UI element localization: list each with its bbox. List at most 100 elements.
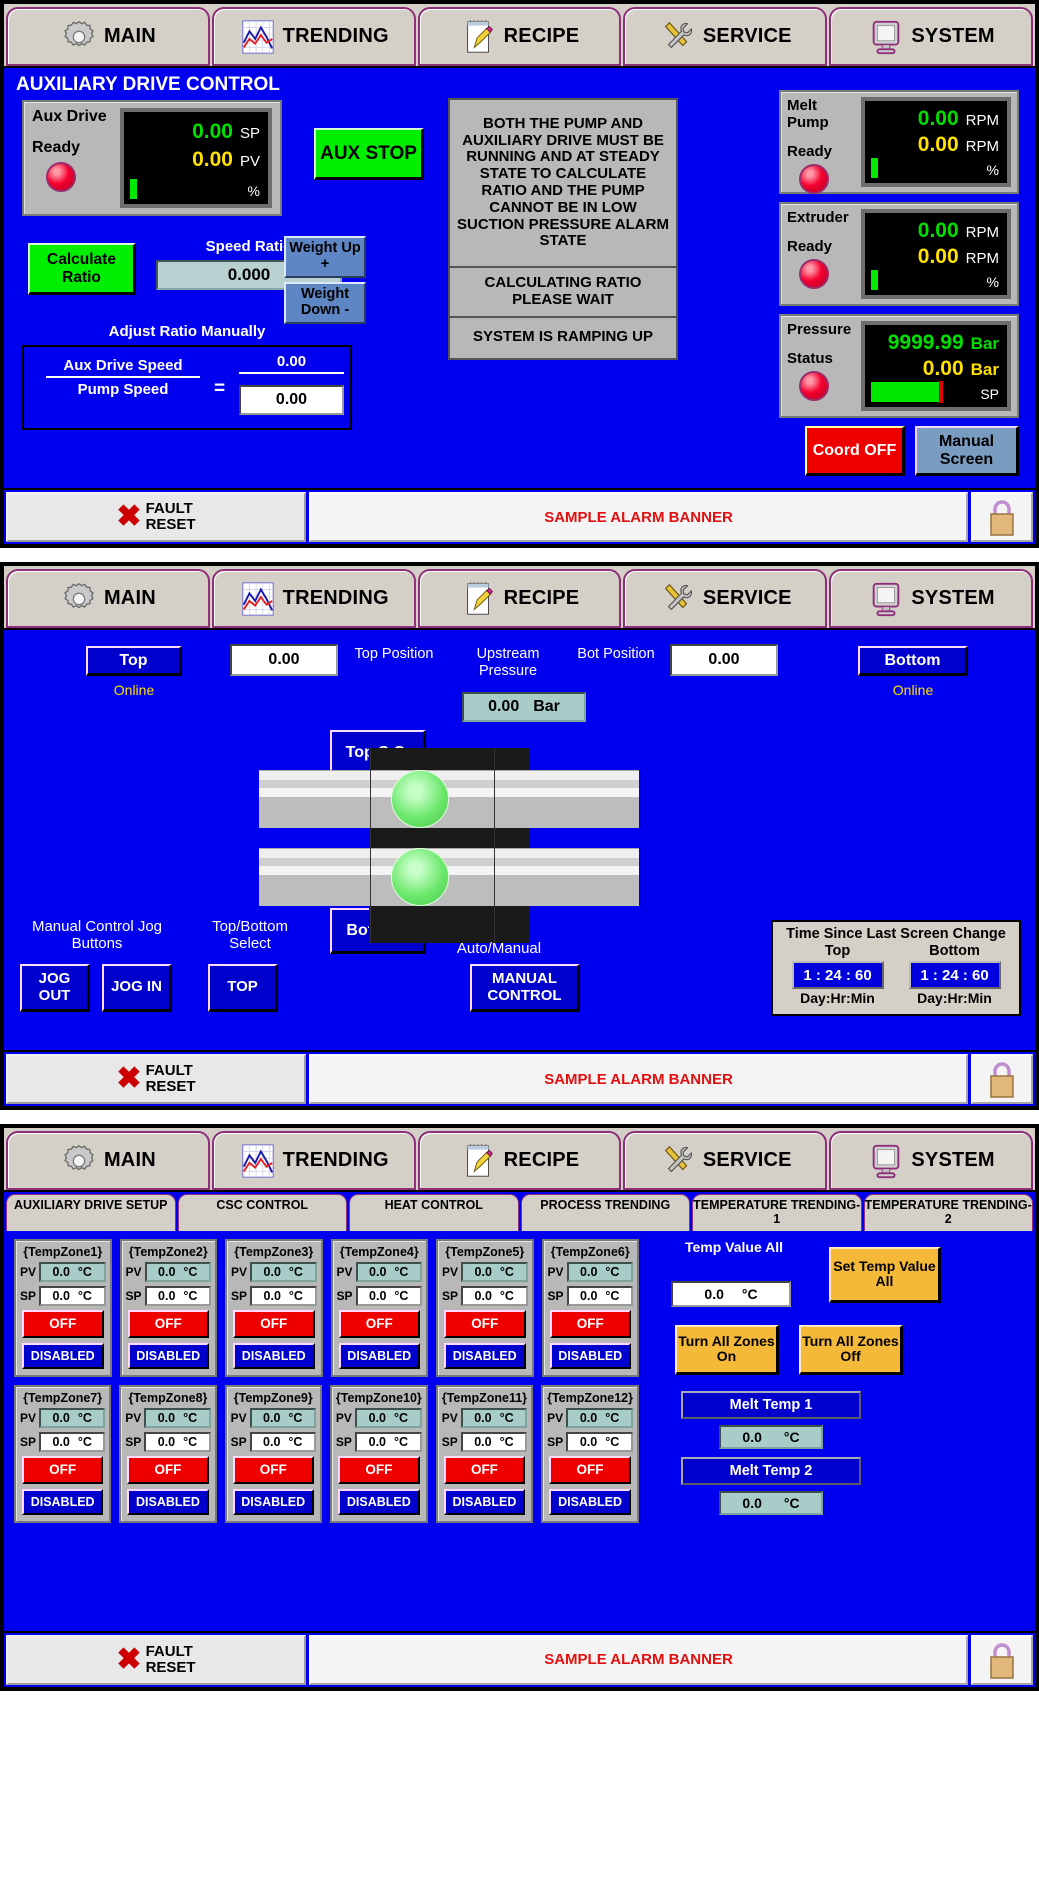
subtab-temperature-trending-1[interactable]: TEMPERATURE TRENDING-1: [692, 1194, 862, 1231]
zone-state-button[interactable]: OFF: [549, 1455, 631, 1484]
top-bottom-select-button[interactable]: TOP: [208, 964, 278, 1012]
zone-name: {TempZone8}: [128, 1390, 208, 1405]
set-temp-value-all-button[interactable]: Set Temp Value All: [829, 1246, 941, 1303]
zone-sp-input[interactable]: 0.0 °C: [566, 1431, 633, 1452]
zone-state-button[interactable]: OFF: [127, 1309, 209, 1338]
zone-sp-input[interactable]: 0.0 °C: [249, 1431, 316, 1452]
melt-temp-1-button[interactable]: Melt Temp 1: [681, 1390, 861, 1419]
zone-sp-input[interactable]: 0.0 °C: [355, 1285, 422, 1306]
nav-tab-recipe[interactable]: RECIPE: [417, 1131, 622, 1190]
manual-control-button[interactable]: MANUAL CONTROL: [470, 964, 580, 1012]
subtab-csc-control[interactable]: CSC CONTROL: [177, 1194, 347, 1231]
alarm-banner[interactable]: SAMPLE ALARM BANNER: [309, 1634, 968, 1685]
fault-reset-button[interactable]: ✖ FAULT RESET: [6, 492, 306, 542]
zone-sp-input[interactable]: 0.0 °C: [39, 1431, 106, 1452]
zone-state-button[interactable]: OFF: [337, 1455, 420, 1484]
top-position-label: Top Position: [354, 646, 434, 662]
zone-state-button[interactable]: OFF: [338, 1309, 420, 1338]
security-lock-button[interactable]: [971, 492, 1033, 542]
zone-enable-button[interactable]: DISABLED: [233, 1342, 315, 1369]
subtab-auxiliary-drive-setup[interactable]: AUXILIARY DRIVE SETUP: [6, 1194, 176, 1231]
zone-enable-button[interactable]: DISABLED: [127, 1342, 209, 1369]
zone-sp-unit: °C: [605, 1288, 620, 1303]
subtab-process-trending[interactable]: PROCESS TRENDING: [520, 1194, 690, 1231]
zone-sp-input[interactable]: 0.0 °C: [461, 1285, 528, 1306]
zone-state-button[interactable]: OFF: [549, 1309, 631, 1338]
screen-screen-changer-control: MAIN TRENDING RECIPE SERVICE SYSTEM Top …: [0, 562, 1039, 1110]
zone-enable-button[interactable]: DISABLED: [443, 1488, 526, 1515]
fault-reset-button[interactable]: ✖ FAULT RESET: [6, 1054, 306, 1104]
nav-tab-system[interactable]: SYSTEM: [829, 7, 1033, 66]
nav-tab-main[interactable]: MAIN: [6, 569, 210, 628]
melt-temp-2-value: 0.0: [742, 1494, 762, 1511]
turn-all-zones-off-button[interactable]: Turn All Zones Off: [799, 1324, 903, 1375]
nav-tab-main[interactable]: MAIN: [6, 7, 210, 66]
zone-pv-readout: 0.0 °C: [144, 1407, 211, 1428]
security-lock-button[interactable]: [971, 1054, 1033, 1104]
zone-sp-input[interactable]: 0.0 °C: [144, 1285, 211, 1306]
aux-stop-button[interactable]: AUX STOP: [314, 128, 424, 180]
zone-enable-button[interactable]: DISABLED: [22, 1342, 104, 1369]
temp-value-all-input[interactable]: 0.0 °C: [671, 1280, 791, 1307]
bot-position-label: Bot Position: [577, 646, 655, 662]
jog-out-button[interactable]: JOG OUT: [20, 964, 90, 1012]
zone-sp-input[interactable]: 0.0 °C: [354, 1431, 422, 1452]
bottom-button[interactable]: Bottom: [858, 646, 968, 676]
manual-screen-button[interactable]: Manual Screen: [915, 426, 1019, 476]
coord-off-button[interactable]: Coord OFF: [805, 426, 905, 476]
top-position-input[interactable]: 0.00: [230, 644, 338, 676]
zone-enable-button[interactable]: DISABLED: [337, 1488, 420, 1515]
zone-state-button[interactable]: OFF: [22, 1309, 104, 1338]
zone-enable-button[interactable]: DISABLED: [549, 1342, 631, 1369]
nav-tab-trending[interactable]: TRENDING: [211, 1131, 416, 1190]
fault-line1: FAULT: [145, 500, 193, 518]
zone-state-button[interactable]: OFF: [127, 1455, 209, 1484]
nav-tab-service[interactable]: SERVICE: [623, 1131, 828, 1190]
time-bottom-header: Bottom: [929, 943, 980, 959]
nav-tab-trending[interactable]: TRENDING: [211, 569, 416, 628]
melt-temp-2-button[interactable]: Melt Temp 2: [681, 1456, 861, 1485]
top-button[interactable]: Top: [86, 646, 182, 676]
zone-name: {TempZone3}: [234, 1244, 314, 1259]
zone-state-button[interactable]: OFF: [232, 1455, 314, 1484]
zone-sp-input[interactable]: 0.0 °C: [566, 1285, 633, 1306]
fault-reset-button[interactable]: ✖ FAULT RESET: [6, 1634, 306, 1685]
zone-enable-button[interactable]: DISABLED: [127, 1488, 209, 1515]
weight-up-button[interactable]: Weight Up +: [284, 236, 366, 278]
zone-enable-button[interactable]: DISABLED: [22, 1488, 104, 1515]
turn-all-zones-on-button[interactable]: Turn All Zones On: [675, 1324, 779, 1375]
nav-tab-trending[interactable]: TRENDING: [211, 7, 416, 66]
zone-state-button[interactable]: OFF: [22, 1455, 104, 1484]
security-lock-button[interactable]: [971, 1634, 1033, 1685]
zone-state-button[interactable]: OFF: [443, 1455, 526, 1484]
alarm-banner[interactable]: SAMPLE ALARM BANNER: [309, 492, 968, 542]
weight-down-button[interactable]: Weight Down -: [284, 282, 366, 324]
nav-tab-service[interactable]: SERVICE: [623, 569, 828, 628]
zone-sp-input[interactable]: 0.0 °C: [39, 1285, 106, 1306]
nav-tab-recipe[interactable]: RECIPE: [417, 569, 622, 628]
nav-tab-main[interactable]: MAIN: [6, 1131, 210, 1190]
nav-tab-system[interactable]: SYSTEM: [829, 1131, 1033, 1190]
subtab-temperature-trending-2[interactable]: TEMPERATURE TRENDING-2: [863, 1194, 1033, 1231]
nav-tab-recipe[interactable]: RECIPE: [417, 7, 622, 66]
zone-enable-button[interactable]: DISABLED: [232, 1488, 314, 1515]
ratio-denominator-input[interactable]: 0.00: [239, 385, 344, 415]
nav-tab-service[interactable]: SERVICE: [623, 7, 828, 66]
zone-sp-input[interactable]: 0.0 °C: [250, 1285, 317, 1306]
zone-enable-button[interactable]: DISABLED: [338, 1342, 420, 1369]
aux-drive-status-led: [46, 162, 76, 192]
bot-position-input[interactable]: 0.00: [670, 644, 778, 676]
subtab-heat-control[interactable]: HEAT CONTROL: [349, 1194, 519, 1231]
chart-icon: [241, 19, 274, 54]
padlock-icon: [990, 1062, 1014, 1098]
zone-state-button[interactable]: OFF: [444, 1309, 526, 1338]
alarm-banner[interactable]: SAMPLE ALARM BANNER: [309, 1054, 968, 1104]
jog-in-button[interactable]: JOG IN: [102, 964, 172, 1012]
calculate-ratio-button[interactable]: Calculate Ratio: [28, 243, 136, 295]
zone-enable-button[interactable]: DISABLED: [444, 1342, 526, 1369]
nav-tab-system[interactable]: SYSTEM: [829, 569, 1033, 628]
zone-sp-input[interactable]: 0.0 °C: [460, 1431, 528, 1452]
zone-state-button[interactable]: OFF: [233, 1309, 315, 1338]
zone-enable-button[interactable]: DISABLED: [549, 1488, 631, 1515]
zone-sp-input[interactable]: 0.0 °C: [144, 1431, 211, 1452]
